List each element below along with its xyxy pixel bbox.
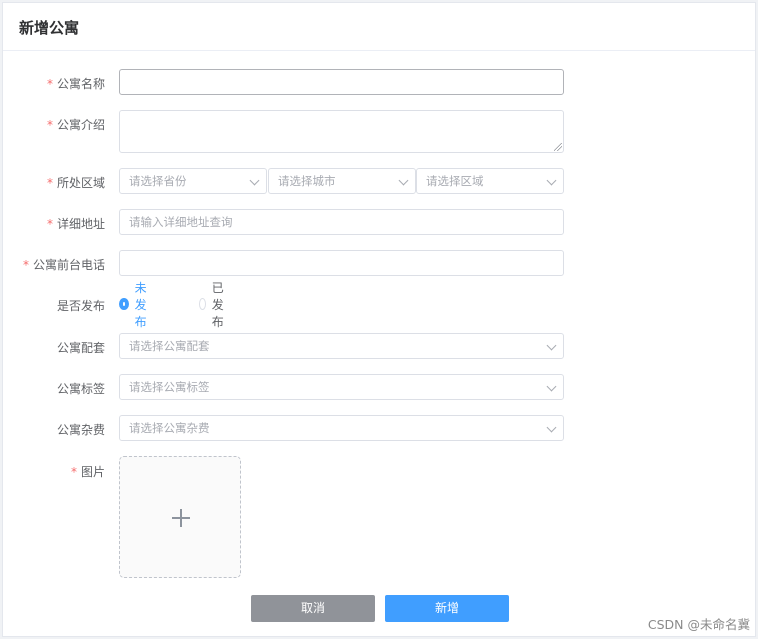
intro-label: * 公寓介绍 (46, 118, 105, 132)
name-label: * 公寓名称 (46, 77, 105, 91)
radio-unpublished[interactable]: 未发布 (119, 281, 149, 329)
chevron-down-icon (546, 422, 557, 433)
fees-select[interactable]: 请选择公寓杂费 (119, 415, 564, 441)
chevron-down-icon (546, 175, 557, 186)
watermark: CSDN @未命名冀 (647, 617, 750, 632)
radio-checked-icon (119, 298, 129, 310)
chevron-down-icon (546, 381, 557, 392)
phone-label: * 公寓前台电话 (22, 258, 105, 272)
publish-label: 是否发布 (56, 299, 105, 313)
images-label: * 图片 (70, 465, 105, 479)
plus-icon (180, 509, 182, 527)
city-select[interactable]: 请选择城市 (268, 168, 416, 194)
cancel-button[interactable]: 取消 (251, 595, 375, 622)
radio-published[interactable]: 已发布 (199, 281, 229, 329)
province-select[interactable]: 请选择省份 (119, 168, 267, 194)
facilities-select[interactable]: 请选择公寓配套 (119, 333, 564, 359)
fees-label: 公寓杂费 (56, 423, 105, 437)
phone-input[interactable] (119, 250, 564, 276)
tags-select[interactable]: 请选择公寓标签 (119, 374, 564, 400)
region-label: * 所处区域 (46, 176, 105, 190)
resize-handle-icon[interactable] (554, 143, 562, 151)
submit-button[interactable]: 新增 (385, 595, 509, 622)
name-input[interactable] (119, 69, 564, 95)
facilities-label: 公寓配套 (56, 341, 105, 355)
tags-label: 公寓标签 (56, 382, 105, 396)
page-title: 新增公寓 (19, 19, 80, 37)
image-upload[interactable] (119, 456, 241, 578)
chevron-down-icon (398, 175, 409, 186)
address-input[interactable]: 请输入详细地址查询 (119, 209, 564, 235)
chevron-down-icon (249, 175, 260, 186)
card-header: 新增公寓 (3, 3, 755, 51)
chevron-down-icon (546, 340, 557, 351)
address-label: * 详细地址 (46, 217, 105, 231)
form-card: 新增公寓 * 公寓名称 * 公寓介绍 * 所处区域 请选择省份 请选择城市 请选择区域… (2, 2, 756, 637)
district-select[interactable]: 请选择区域 (416, 168, 564, 194)
radio-unchecked-icon (199, 298, 206, 310)
intro-textarea[interactable] (119, 110, 564, 153)
